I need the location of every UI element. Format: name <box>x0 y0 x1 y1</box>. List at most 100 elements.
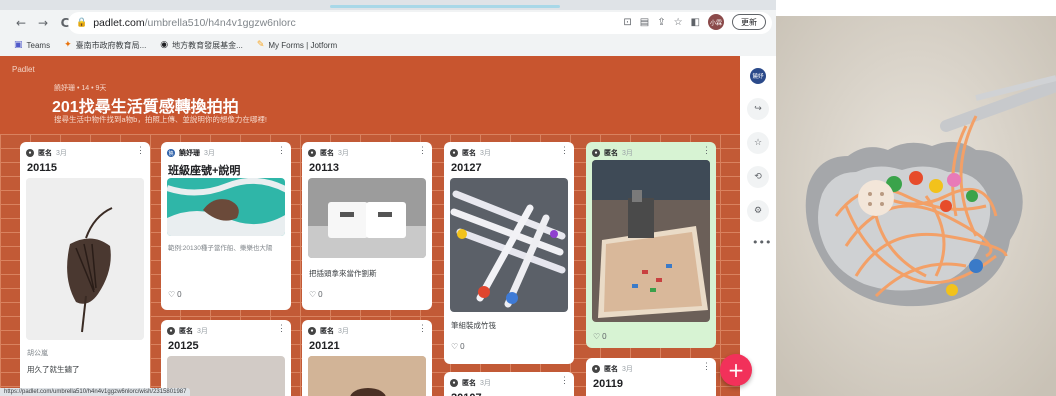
address-bar[interactable]: 🔒 padlet.com /umbrella510/h4n4v1ggzw6nlo… <box>68 12 772 34</box>
like-count: 0 <box>460 342 465 351</box>
post-time: 3月 <box>480 150 491 157</box>
more-options-icon[interactable]: ⋮ <box>418 145 427 156</box>
like-button[interactable]: ♡ 0 <box>168 290 182 299</box>
post-image-usb-plug[interactable] <box>308 178 426 258</box>
bookmark-jotform[interactable]: ✎ My Forms | Jotform <box>257 40 337 50</box>
add-post-button[interactable]: + <box>720 354 752 386</box>
more-icon[interactable]: ••• <box>752 236 771 249</box>
url-path: /umbrella510/h4n4v1ggzw6nlorc <box>144 17 296 29</box>
like-count: 0 <box>318 290 323 299</box>
post-image-lego-board[interactable] <box>592 160 710 322</box>
post-author: 匿名 <box>320 328 334 335</box>
noodle-bowl-photo <box>776 16 1056 396</box>
post-caption: 把插頭拿來當作劉斯 <box>309 269 377 278</box>
star-icon[interactable]: ☆ <box>747 132 769 154</box>
post-card[interactable]: ● 匿名 3月 ⋮ 20127 筆組裝成竹筏 ♡ 0 <box>444 142 574 364</box>
lock-icon[interactable]: 🔒 <box>76 18 87 28</box>
share-icon[interactable]: ↪ <box>747 98 769 120</box>
bookmark-label: 地方教育發展基金... <box>172 40 243 50</box>
post-card[interactable]: ● 匿名 3月 ⋮ 20107 <box>444 372 574 396</box>
more-options-icon[interactable]: ⋮ <box>136 145 145 156</box>
more-options-icon[interactable]: ⋮ <box>702 361 711 372</box>
heart-icon: ♡ <box>168 290 176 299</box>
post-header: 饒 饒妤珊 3月 <box>167 148 215 158</box>
post-caption: 筆組裝成竹筏 <box>451 321 496 330</box>
post-time: 3月 <box>338 328 349 335</box>
settings-gear-icon[interactable]: ⚙ <box>747 200 769 222</box>
url-host: padlet.com <box>93 17 145 29</box>
post-caption: 範例:20130種子當作船、樂樂也大陽 <box>168 245 273 252</box>
post-header: ● 匿名 3月 <box>450 378 491 388</box>
more-options-icon[interactable]: ⋮ <box>702 145 711 156</box>
bookmark-label: 臺南市政府教育局... <box>75 40 147 50</box>
heart-icon: ♡ <box>309 290 317 299</box>
post-author-caption: 胡公嵐 <box>27 350 48 357</box>
like-button[interactable]: ♡ 0 <box>309 290 323 299</box>
lego-board-photo <box>592 160 710 322</box>
post-card[interactable]: ● 匿名 3月 ⋮ ♡ 0 <box>586 142 716 348</box>
post-card[interactable]: 饒 饒妤珊 3月 ⋮ 班級座號+說明 範例:20130種子當作船、樂樂也大陽 ♡… <box>161 142 291 310</box>
like-button[interactable]: ♡ 0 <box>593 332 607 341</box>
post-image[interactable] <box>308 356 426 396</box>
bookmark-education-bureau[interactable]: ✦ 臺南市政府教育局... <box>64 40 146 51</box>
post-card[interactable]: ● 匿名 3月 ⋮ 20125 <box>161 320 291 396</box>
sidebar-icon[interactable]: ◧ <box>691 17 700 28</box>
bookmark-teams[interactable]: ▣ Teams <box>14 40 50 50</box>
post-card[interactable]: ● 匿名 3月 ⋮ 20113 把插頭拿來當作劉斯 ♡ 0 <box>302 142 432 310</box>
post-image-seed-boat[interactable] <box>167 178 285 236</box>
post-card[interactable]: ● 匿名 3月 ⋮ 20121 <box>302 320 432 396</box>
update-button[interactable]: 更新 <box>732 14 766 30</box>
board-header: Padlet 饒妤珊 • 14 • 9天 201找尋生活質感轉換拍拍 搜尋生活中… <box>0 56 740 134</box>
post-image-pens[interactable] <box>450 178 568 312</box>
more-options-icon[interactable]: ⋮ <box>277 145 286 156</box>
post-title: 20107 <box>451 392 482 396</box>
post-header: ● 匿名 3月 <box>308 326 349 336</box>
post-time: 3月 <box>622 150 633 157</box>
forward-icon[interactable]: → <box>34 14 52 32</box>
post-time: 3月 <box>204 150 215 157</box>
more-options-icon[interactable]: ⋮ <box>560 375 569 386</box>
padlet-logo[interactable]: Padlet <box>12 65 35 74</box>
post-header: ● 匿名 3月 <box>26 148 67 158</box>
like-count: 0 <box>602 332 607 341</box>
post-image-lotus-pod[interactable] <box>26 178 144 340</box>
post-time: 3月 <box>56 150 67 157</box>
remake-icon[interactable]: ⟲ <box>747 166 769 188</box>
more-options-icon[interactable]: ⋮ <box>560 145 569 156</box>
anonymous-avatar-icon: ● <box>592 149 600 157</box>
browser-chrome: ← → C 🔒 padlet.com /umbrella510/h4n4v1gg… <box>0 0 776 56</box>
bookmark-foundation[interactable]: ◉ 地方教育發展基金... <box>160 40 243 51</box>
post-title: 20125 <box>168 340 199 352</box>
anonymous-avatar-icon: ● <box>308 149 316 157</box>
post-card[interactable]: ● 匿名 3月 ⋮ 20119 <box>586 358 716 396</box>
post-card[interactable]: ● 匿名 3月 ⋮ 20115 胡公嵐 用久了就生鏽了 <box>20 142 150 396</box>
anonymous-avatar-icon: ● <box>26 149 34 157</box>
post-time: 3月 <box>338 150 349 157</box>
post-header: ● 匿名 3月 <box>308 148 349 158</box>
address-bar-actions: ⊡ ▤ ⇪ ☆ ◧ 小霖 更新 <box>623 14 766 30</box>
noodle-bowl-image <box>776 16 1056 396</box>
user-avatar[interactable]: 饒妤 <box>750 68 766 84</box>
foundation-icon: ◉ <box>160 40 169 50</box>
post-author: 匿名 <box>320 150 334 157</box>
lotus-pod-photo <box>26 178 144 340</box>
post-author: 饒妤珊 <box>179 150 200 157</box>
bookmark-star-icon[interactable]: ☆ <box>674 17 683 28</box>
more-options-icon[interactable]: ⋮ <box>418 323 427 334</box>
back-icon[interactable]: ← <box>12 14 30 32</box>
anonymous-avatar-icon: ● <box>450 149 458 157</box>
pens-photo <box>450 178 568 312</box>
anonymous-avatar-icon: ● <box>592 365 600 373</box>
media-icon[interactable]: ▤ <box>640 17 649 28</box>
translate-icon[interactable]: ⊡ <box>623 17 631 28</box>
bookmark-label: My Forms | Jotform <box>268 40 338 50</box>
post-time: 3月 <box>197 328 208 335</box>
bookmark-label: Teams <box>26 40 51 50</box>
like-button[interactable]: ♡ 0 <box>451 342 465 351</box>
education-bureau-icon: ✦ <box>64 40 72 50</box>
more-options-icon[interactable]: ⋮ <box>277 323 286 334</box>
share-icon[interactable]: ⇪ <box>657 17 665 28</box>
post-title: 20113 <box>309 162 339 174</box>
post-author: 匿名 <box>604 150 618 157</box>
profile-avatar[interactable]: 小霖 <box>708 14 724 30</box>
